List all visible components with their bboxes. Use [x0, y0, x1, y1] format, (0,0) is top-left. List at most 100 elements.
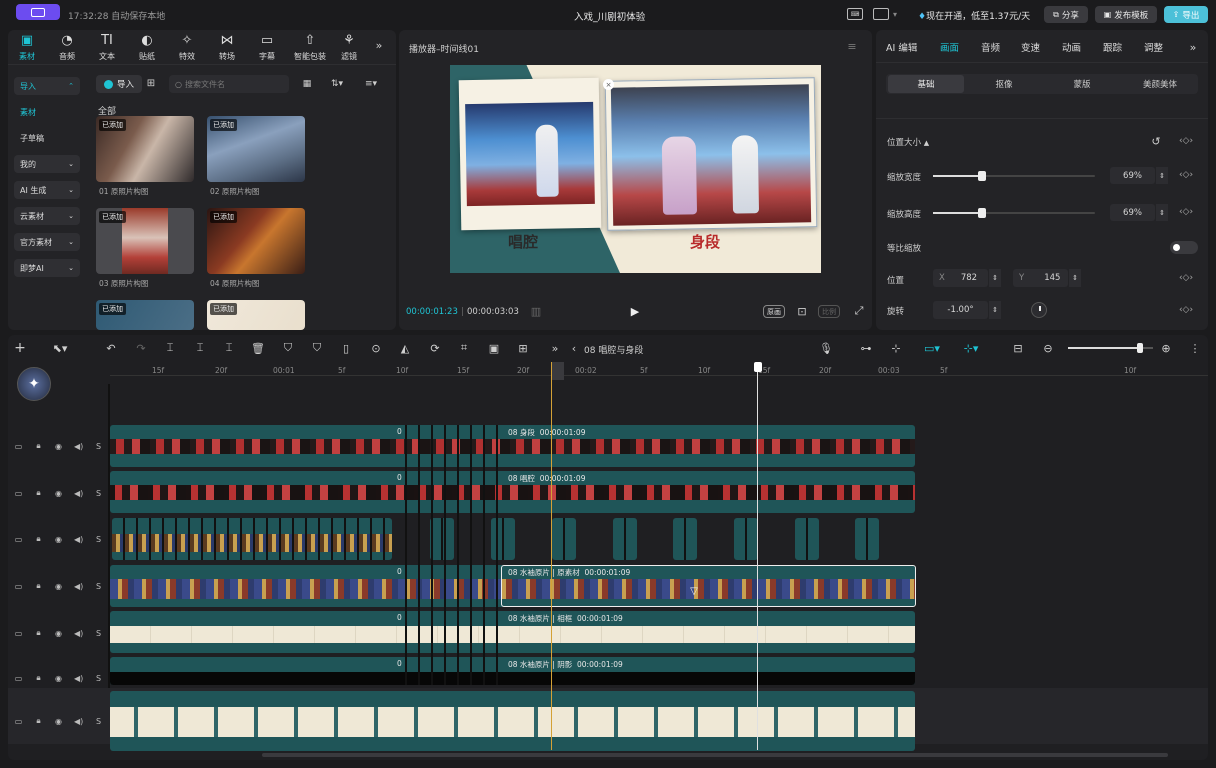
subtab-beauty[interactable]: 美颜美体	[1122, 75, 1198, 93]
subtab-cutout[interactable]: 抠像	[966, 75, 1042, 93]
zoom-out-icon[interactable]: ⊖	[1041, 341, 1055, 355]
subtitle-view-icon[interactable]: ⊟	[1010, 341, 1026, 355]
fit-screen-icon[interactable]: ⊡	[795, 304, 809, 318]
timeline-clip[interactable]	[110, 691, 915, 751]
rotation-dial[interactable]	[1031, 302, 1047, 318]
timeline-clip[interactable]	[613, 518, 637, 560]
track-cover-icon[interactable]: ▭	[14, 674, 23, 683]
more-tabs-icon[interactable]: »	[1186, 40, 1200, 54]
timeline-clip[interactable]	[795, 518, 819, 560]
stepper-icon[interactable]: ⇕	[989, 269, 1001, 287]
stepper-icon[interactable]: ⇕	[1156, 167, 1168, 184]
back-icon[interactable]: ‹	[568, 341, 580, 355]
tab-audio[interactable]: 音频	[981, 40, 1000, 54]
more-tabs-icon[interactable]: »	[372, 38, 386, 52]
screen-icon[interactable]: ▣	[487, 341, 501, 355]
position-x-input[interactable]: X 782	[933, 269, 988, 287]
lock-icon[interactable]: 🔒︎	[34, 441, 43, 451]
split-left-icon[interactable]: ⌶	[193, 341, 207, 355]
zoom-handle[interactable]	[1137, 343, 1144, 353]
export-button[interactable]: ⇪ 导出	[1164, 6, 1208, 23]
position-y-input[interactable]: Y 145	[1013, 269, 1068, 287]
eye-icon[interactable]: ◉	[54, 629, 63, 638]
volume-icon[interactable]: ◀)	[74, 674, 83, 683]
media-thumbnail[interactable]: 已添加	[96, 116, 194, 182]
scale-height-slider[interactable]	[933, 208, 1095, 218]
tab-effects[interactable]: ✧ 特效	[170, 34, 204, 62]
play-button[interactable]: ▶	[628, 304, 642, 318]
tab-text[interactable]: TI 文本	[90, 34, 124, 62]
reverse-icon[interactable]: ⊙	[369, 341, 383, 355]
sidebar-item-cloud[interactable]: 云素材 ⌄	[14, 207, 80, 225]
stepper-icon[interactable]: ⇕	[1069, 269, 1081, 287]
ai-assistant-button[interactable]: ✦	[17, 367, 51, 401]
split-icon[interactable]: ⌶	[163, 341, 177, 355]
import-button[interactable]: 导入	[96, 75, 142, 93]
media-thumbnail[interactable]: 已添加	[207, 116, 305, 182]
tab-subtitle[interactable]: ▭ 字幕	[250, 34, 284, 62]
horizontal-scrollbar[interactable]	[262, 753, 1168, 757]
tab-audio[interactable]: ◔ 音频	[50, 34, 84, 62]
solo-label[interactable]: S	[94, 674, 103, 683]
keyframe-control[interactable]: ‹◇›	[1171, 272, 1201, 284]
export-frame-icon[interactable]: ⊞	[516, 341, 530, 355]
sidebar-item-subdraft[interactable]: 子草稿	[14, 129, 80, 147]
add-track-icon[interactable]: +	[13, 340, 27, 356]
tab-media[interactable]: ▣ 素材	[10, 34, 44, 62]
player-menu-icon[interactable]: ≡	[846, 40, 858, 53]
lock-icon[interactable]: 🔒︎	[34, 673, 43, 683]
tab-picture[interactable]: 画面	[940, 40, 959, 54]
rotate-icon[interactable]: ⟳	[428, 341, 442, 355]
lock-icon[interactable]: 🔒︎	[34, 488, 43, 498]
tab-transition[interactable]: ⋈ 转场	[210, 34, 244, 62]
split-right-icon[interactable]: ⌶	[222, 341, 236, 355]
layout-icon[interactable]	[873, 8, 889, 20]
uniform-scale-toggle[interactable]	[1170, 241, 1198, 254]
stepper-icon[interactable]: ⇕	[989, 301, 1001, 319]
transition-icon[interactable]: ▽	[688, 585, 700, 597]
eye-icon[interactable]: ◉	[54, 582, 63, 591]
solo-label[interactable]: S	[94, 582, 103, 591]
marker-icon[interactable]: ⛉	[281, 341, 295, 355]
volume-icon[interactable]: ◀)	[74, 442, 83, 451]
sidebar-item-mine[interactable]: 我的 ⌄	[14, 155, 80, 173]
scale-width-input[interactable]: 69%	[1110, 167, 1155, 184]
publish-template-button[interactable]: ▣ 发布模板	[1095, 6, 1157, 23]
track-cover-icon[interactable]: ▭	[14, 582, 23, 591]
eye-icon[interactable]: ◉	[54, 442, 63, 451]
sidebar-item-import[interactable]: 导入 ⌃	[14, 77, 80, 95]
volume-icon[interactable]: ◀)	[74, 582, 83, 591]
delete-icon[interactable]: 🗑	[251, 341, 265, 355]
sort-icon[interactable]: ⇅▾	[326, 78, 348, 90]
ratio-original-button[interactable]: 原画	[763, 305, 785, 318]
mirror-icon[interactable]: ◭	[398, 341, 412, 355]
slider-handle[interactable]	[977, 208, 986, 218]
solo-label[interactable]: S	[94, 629, 103, 638]
lock-icon[interactable]: 🔒︎	[34, 581, 43, 591]
tab-speed[interactable]: 变速	[1021, 40, 1040, 54]
section-position-size[interactable]: 位置大小 ▲	[887, 136, 929, 148]
short-clip-group[interactable]	[394, 425, 501, 685]
link-icon[interactable]: ⊶	[858, 341, 874, 355]
solo-label[interactable]: S	[94, 489, 103, 498]
rotation-input[interactable]: -1.00°	[933, 301, 988, 319]
eye-icon[interactable]: ◉	[54, 489, 63, 498]
keyframe-control[interactable]: ‹◇›	[1171, 206, 1201, 218]
tab-tracking[interactable]: 跟踪	[1103, 40, 1122, 54]
playhead-handle[interactable]	[754, 362, 762, 372]
tab-smart-package[interactable]: ⇧ 智能包装	[290, 34, 330, 62]
subtab-mask[interactable]: 蒙版	[1044, 75, 1120, 93]
sidebar-toggle-button[interactable]	[16, 4, 60, 20]
crop-icon[interactable]: ⌗	[457, 341, 471, 355]
lock-icon[interactable]: 🔒︎	[34, 628, 43, 638]
stepper-icon[interactable]: ⇕	[1156, 204, 1168, 221]
eye-icon[interactable]: ◉	[54, 535, 63, 544]
track-cover-icon[interactable]: ▭	[14, 717, 23, 726]
volume-icon[interactable]: ◀)	[74, 629, 83, 638]
fullscreen-icon[interactable]: ⤢	[852, 304, 866, 318]
scale-width-slider[interactable]	[933, 171, 1095, 181]
scale-height-input[interactable]: 69%	[1110, 204, 1155, 221]
keyframe-control[interactable]: ‹◇›	[1171, 135, 1201, 147]
keyframe-control[interactable]: ‹◇›	[1171, 304, 1201, 316]
timeline-clip[interactable]	[734, 518, 758, 560]
